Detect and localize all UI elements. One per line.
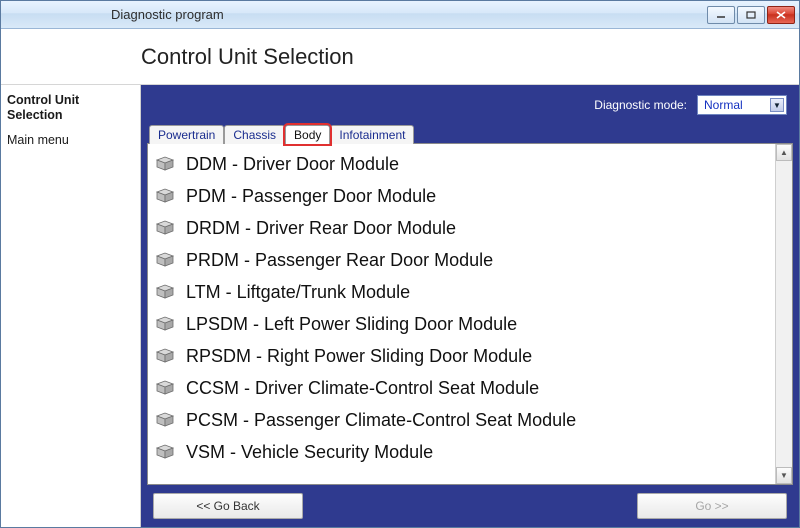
sidebar-item-main-menu[interactable]: Main menu bbox=[7, 133, 134, 148]
body: Control Unit Selection Main menu Diagnos… bbox=[1, 85, 799, 527]
close-button[interactable] bbox=[767, 6, 795, 24]
module-row[interactable]: DDM - Driver Door Module bbox=[154, 148, 769, 180]
module-chip-icon bbox=[154, 284, 176, 300]
nav-button-row: << Go Back Go >> bbox=[147, 485, 793, 519]
module-label: PRDM - Passenger Rear Door Module bbox=[186, 250, 493, 271]
tab-body[interactable]: Body bbox=[285, 125, 330, 144]
titlebar: Diagnostic program bbox=[1, 1, 799, 29]
window-title: Diagnostic program bbox=[111, 7, 224, 22]
scrollbar[interactable]: ▲ ▼ bbox=[775, 144, 792, 484]
module-label: LPSDM - Left Power Sliding Door Module bbox=[186, 314, 517, 335]
module-label: LTM - Liftgate/Trunk Module bbox=[186, 282, 410, 303]
diagnostic-mode-label: Diagnostic mode: bbox=[594, 98, 687, 112]
module-label: VSM - Vehicle Security Module bbox=[186, 442, 433, 463]
module-row[interactable]: DRDM - Driver Rear Door Module bbox=[154, 212, 769, 244]
module-chip-icon bbox=[154, 220, 176, 236]
header: Control Unit Selection bbox=[1, 29, 799, 85]
module-list[interactable]: DDM - Driver Door Module PDM - Passenger … bbox=[148, 144, 775, 484]
go-back-button[interactable]: << Go Back bbox=[153, 493, 303, 519]
module-row[interactable]: PDM - Passenger Door Module bbox=[154, 180, 769, 212]
module-label: DRDM - Driver Rear Door Module bbox=[186, 218, 456, 239]
diagnostic-mode-select[interactable]: Normal ▼ bbox=[697, 95, 787, 115]
app-window: Diagnostic program Control Unit Selectio… bbox=[0, 0, 800, 528]
sidebar: Control Unit Selection Main menu bbox=[1, 85, 141, 527]
maximize-icon bbox=[746, 11, 756, 19]
module-row[interactable]: PCSM - Passenger Climate-Control Seat Mo… bbox=[154, 404, 769, 436]
page-title: Control Unit Selection bbox=[141, 44, 354, 70]
module-label: DDM - Driver Door Module bbox=[186, 154, 399, 175]
module-row[interactable]: LPSDM - Left Power Sliding Door Module bbox=[154, 308, 769, 340]
scroll-track[interactable] bbox=[776, 161, 792, 467]
module-chip-icon bbox=[154, 380, 176, 396]
module-chip-icon bbox=[154, 444, 176, 460]
module-chip-icon bbox=[154, 252, 176, 268]
window-buttons bbox=[707, 6, 795, 24]
module-row[interactable]: VSM - Vehicle Security Module bbox=[154, 436, 769, 468]
diagnostic-mode-row: Diagnostic mode: Normal ▼ bbox=[147, 91, 793, 121]
module-label: PCSM - Passenger Climate-Control Seat Mo… bbox=[186, 410, 576, 431]
module-row[interactable]: CCSM - Driver Climate-Control Seat Modul… bbox=[154, 372, 769, 404]
diagnostic-mode-value: Normal bbox=[704, 98, 743, 112]
module-row[interactable]: LTM - Liftgate/Trunk Module bbox=[154, 276, 769, 308]
scroll-up-button[interactable]: ▲ bbox=[776, 144, 792, 161]
scroll-down-button[interactable]: ▼ bbox=[776, 467, 792, 484]
go-button[interactable]: Go >> bbox=[637, 493, 787, 519]
tab-strip: Powertrain Chassis Body Infotainment bbox=[147, 121, 793, 143]
tab-powertrain[interactable]: Powertrain bbox=[149, 125, 224, 144]
minimize-button[interactable] bbox=[707, 6, 735, 24]
module-row[interactable]: RPSDM - Right Power Sliding Door Module bbox=[154, 340, 769, 372]
module-chip-icon bbox=[154, 188, 176, 204]
module-row[interactable]: PRDM - Passenger Rear Door Module bbox=[154, 244, 769, 276]
module-list-area: DDM - Driver Door Module PDM - Passenger … bbox=[147, 143, 793, 485]
tab-chassis[interactable]: Chassis bbox=[224, 125, 285, 144]
module-frame: Powertrain Chassis Body Infotainment DDM… bbox=[147, 121, 793, 485]
close-icon bbox=[776, 11, 786, 19]
module-chip-icon bbox=[154, 156, 176, 172]
tab-infotainment[interactable]: Infotainment bbox=[330, 125, 414, 144]
module-chip-icon bbox=[154, 316, 176, 332]
minimize-icon bbox=[716, 11, 726, 19]
module-label: RPSDM - Right Power Sliding Door Module bbox=[186, 346, 532, 367]
sidebar-item-control-unit[interactable]: Control Unit Selection bbox=[7, 93, 134, 123]
maximize-button[interactable] bbox=[737, 6, 765, 24]
main-panel: Diagnostic mode: Normal ▼ Powertrain Cha… bbox=[141, 85, 799, 527]
module-label: CCSM - Driver Climate-Control Seat Modul… bbox=[186, 378, 539, 399]
module-label: PDM - Passenger Door Module bbox=[186, 186, 436, 207]
module-chip-icon bbox=[154, 412, 176, 428]
chevron-down-icon: ▼ bbox=[770, 98, 784, 112]
module-chip-icon bbox=[154, 348, 176, 364]
